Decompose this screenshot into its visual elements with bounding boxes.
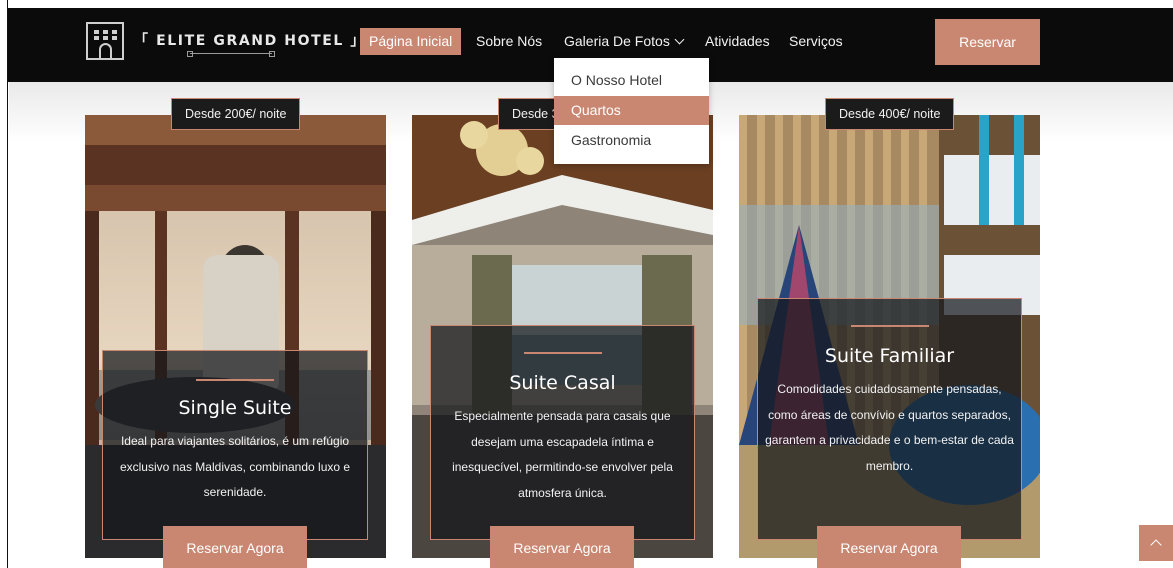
room-title: Single Suite [178,397,292,419]
room-info-panel: Suite Familiar Comodidades cuidadosament… [757,298,1022,540]
book-now-button-suite-casal[interactable]: Reservar Agora [490,526,634,568]
room-card-single-suite: Desde 200€/ noite Single Suite Ideal par… [85,115,386,558]
room-info-panel: Suite Casal Especialmente pensada para c… [430,325,695,540]
price-tag-single-suite: Desde 200€/ noite [171,98,301,130]
price-tag-suite-familiar: Desde 400€/ noite [825,98,955,130]
hotel-building-icon [86,22,124,60]
brand-name: 「 ELITE GRAND HOTEL 」 [134,33,366,49]
room-title: Suite Casal [509,372,616,394]
room-description: Comodidades cuidadosamente pensadas, com… [765,382,1014,473]
nav-item-pagina-inicial[interactable]: Página Inicial [360,28,462,55]
dropdown-item-gastronomia[interactable]: Gastronomia [554,126,709,155]
title-divider [850,325,929,327]
room-description: Especialmente pensada para casais que de… [452,409,673,500]
nav-item-atividades[interactable]: Atividades [696,28,779,55]
frame-top-edge [0,0,1173,8]
book-now-button-suite-familiar[interactable]: Reservar Agora [817,526,961,568]
title-divider [523,352,602,354]
chevron-down-icon [674,34,685,45]
title-divider [196,379,274,381]
room-title: Suite Familiar [824,345,955,367]
nav-item-sobre-nos[interactable]: Sobre Nós [467,28,551,55]
nav-item-galeria-label: Galeria De Fotos [564,33,670,49]
reserve-button[interactable]: Reservar [935,19,1040,65]
brand-logo[interactable]: 「 ELITE GRAND HOTEL 」 [86,22,364,68]
room-card-suite-familiar: Desde 400€/ noite Suite Familiar Comodid… [739,115,1040,558]
room-card-suite-casal: Suite Casal Especialmente pensada para c… [412,115,713,558]
dropdown-item-quartos[interactable]: Quartos [554,96,709,125]
nav-item-galeria-de-fotos[interactable]: Galeria De Fotos [555,28,692,55]
chevron-up-icon [1150,539,1162,551]
nav-item-servicos[interactable]: Serviços [780,28,852,55]
scroll-to-top-button[interactable] [1139,525,1173,561]
room-description: Ideal para viajantes solitários, é um re… [119,434,351,499]
brand-ornament [187,51,275,57]
browser-viewport: 「 ELITE GRAND HOTEL 」 Página Inicial Sob… [0,0,1173,568]
dropdown-item-o-nosso-hotel[interactable]: O Nosso Hotel [554,66,709,95]
book-now-button-single-suite[interactable]: Reservar Agora [163,526,307,568]
gallery-dropdown-menu: O Nosso Hotel Quartos Gastronomia [554,58,709,164]
frame-left-edge [0,0,8,568]
room-info-panel: Single Suite Ideal para viajantes solitá… [102,350,368,540]
